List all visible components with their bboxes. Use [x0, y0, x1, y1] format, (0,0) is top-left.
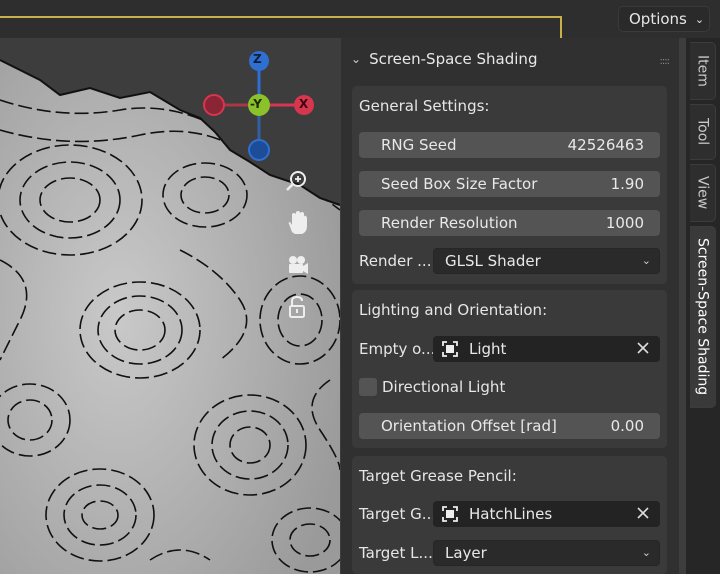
- render-resolution-label: Render Resolution: [381, 214, 518, 232]
- render-mode-label: Render ...: [359, 252, 432, 270]
- target-layer-dropdown[interactable]: Layer ⌄: [433, 540, 660, 566]
- zoom-button[interactable]: [280, 164, 314, 198]
- rng-seed-field[interactable]: RNG Seed 42526463: [359, 132, 660, 158]
- hand-icon: [288, 211, 307, 234]
- chevron-down-icon: ⌄: [641, 546, 651, 559]
- seed-box-size-value: 1.90: [610, 175, 644, 193]
- chevron-down-icon: ⌄: [641, 254, 651, 267]
- camera-icon: [289, 256, 308, 274]
- unlock-icon: [289, 295, 305, 318]
- directional-light-checkbox[interactable]: [359, 378, 377, 396]
- target-grease-pencil-title: Target Grease Pencil:: [359, 467, 517, 485]
- pan-button[interactable]: [280, 206, 314, 240]
- tab-tool-label: Tool: [694, 118, 711, 146]
- sidebar-tabs: Item Tool View Screen-Space Shading: [686, 38, 720, 574]
- tab-screen-space-shading[interactable]: Screen-Space Shading: [690, 226, 716, 408]
- target-gp-label: Target G...: [359, 505, 437, 523]
- orientation-offset-value: 0.00: [610, 417, 644, 435]
- seed-box-size-label: Seed Box Size Factor: [381, 175, 538, 193]
- general-settings-title: General Settings:: [359, 97, 490, 115]
- tab-tool[interactable]: Tool: [690, 104, 716, 160]
- directional-light-row[interactable]: Directional Light: [359, 378, 505, 396]
- tab-screen-space-shading-label: Screen-Space Shading: [694, 238, 711, 396]
- panel-header[interactable]: ⌄ Screen-Space Shading ::::: [341, 42, 679, 76]
- clear-icon[interactable]: [634, 339, 652, 357]
- target-layer-label: Target L...: [359, 544, 433, 562]
- options-label: Options: [629, 10, 687, 28]
- lighting-orientation-title: Lighting and Orientation:: [359, 301, 548, 319]
- render-mode-value: GLSL Shader: [445, 252, 541, 270]
- options-dropdown[interactable]: Options ⌄: [618, 6, 710, 32]
- rng-seed-label: RNG Seed: [381, 136, 457, 154]
- tab-item-label: Item: [694, 55, 711, 87]
- zoom-icon: [286, 171, 306, 191]
- tab-item[interactable]: Item: [690, 42, 716, 100]
- orientation-offset-label: Orientation Offset [rad]: [381, 417, 557, 435]
- render-resolution-field[interactable]: Render Resolution 1000: [359, 210, 660, 236]
- target-layer-value: Layer: [445, 544, 487, 562]
- empty-object-label: Empty o...: [359, 340, 436, 358]
- render-resolution-value: 1000: [605, 214, 644, 232]
- empty-object-icon: [442, 341, 458, 357]
- empty-object-field[interactable]: Light: [433, 336, 660, 362]
- gizmo-z-label[interactable]: Z: [253, 52, 262, 66]
- tab-view-label: View: [694, 176, 711, 210]
- tab-view[interactable]: View: [690, 164, 716, 222]
- target-gp-field[interactable]: HatchLines: [433, 501, 660, 527]
- lock-camera-button[interactable]: [280, 290, 314, 324]
- seed-box-size-field[interactable]: Seed Box Size Factor 1.90: [359, 171, 660, 197]
- rng-seed-value: 42526463: [567, 136, 644, 154]
- gizmo-y-label[interactable]: -Y: [250, 97, 262, 111]
- navigation-gizmo[interactable]: Z -Y X: [196, 48, 326, 168]
- chevron-down-icon: ⌄: [694, 12, 705, 26]
- panel-title: Screen-Space Shading: [369, 50, 538, 68]
- directional-light-label: Directional Light: [382, 378, 506, 396]
- drag-grip-icon[interactable]: ::::: [660, 56, 671, 67]
- target-gp-value: HatchLines: [469, 505, 553, 523]
- collapse-arrow-icon[interactable]: ⌄: [351, 52, 361, 66]
- empty-object-value: Light: [469, 340, 507, 358]
- render-mode-dropdown[interactable]: GLSL Shader ⌄: [433, 248, 660, 274]
- gizmo-x-label[interactable]: X: [299, 97, 308, 111]
- camera-view-button[interactable]: [280, 248, 314, 282]
- orientation-offset-field[interactable]: Orientation Offset [rad] 0.00: [359, 413, 660, 439]
- object-icon: [442, 506, 458, 522]
- clear-icon[interactable]: [634, 504, 652, 522]
